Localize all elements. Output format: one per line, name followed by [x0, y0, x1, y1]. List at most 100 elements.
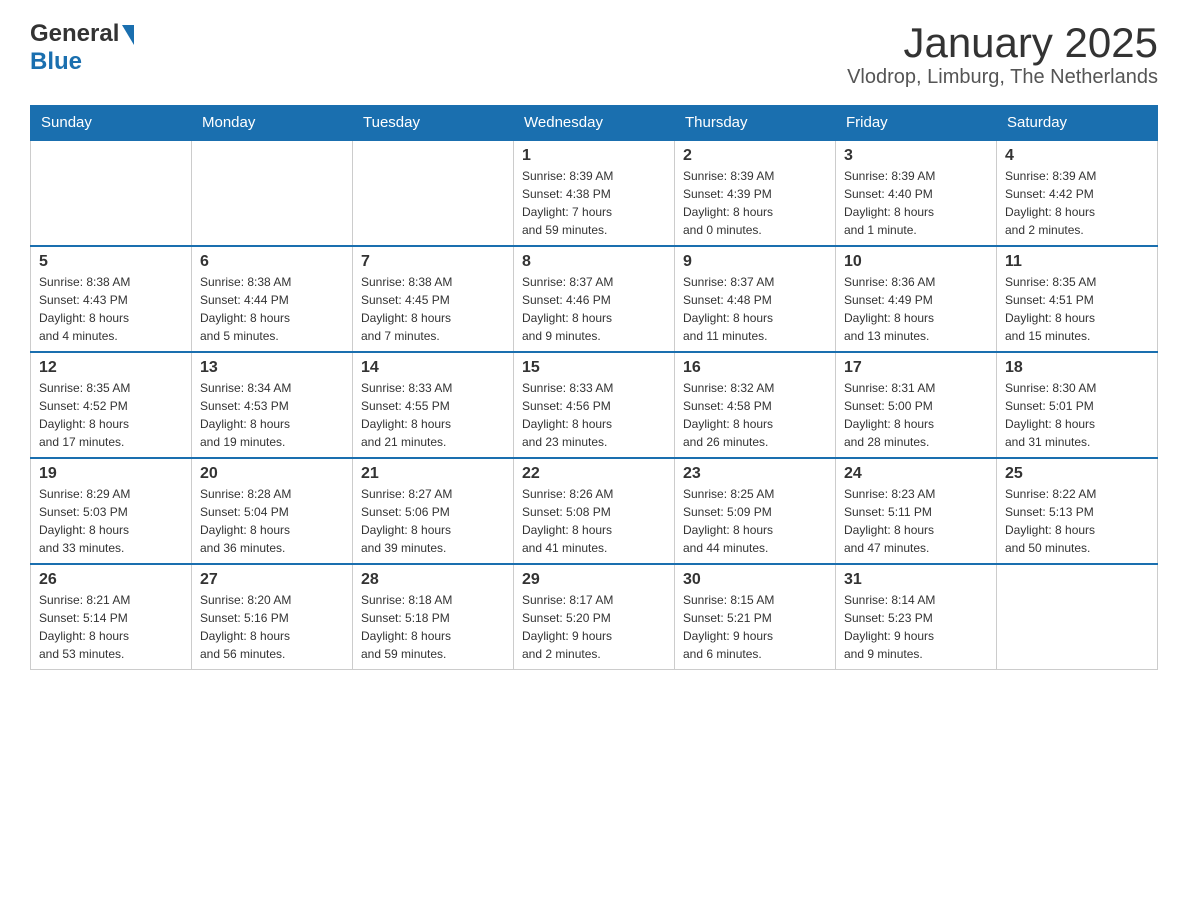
day-number: 12 — [39, 359, 183, 377]
calendar-cell: 17 Sunrise: 8:31 AM Sunset: 5:00 PM Dayli… — [836, 352, 997, 458]
day-number: 17 — [844, 359, 988, 377]
day-number: 19 — [39, 465, 183, 483]
calendar-cell: 24 Sunrise: 8:23 AM Sunset: 5:11 PM Dayli… — [836, 458, 997, 564]
calendar-cell — [353, 140, 514, 246]
calendar-cell: 19 Sunrise: 8:29 AM Sunset: 5:03 PM Dayli… — [31, 458, 192, 564]
day-info: Sunrise: 8:33 AM Sunset: 4:55 PM Dayligh… — [361, 379, 505, 451]
weekday-header-wednesday: Wednesday — [514, 106, 675, 141]
calendar-cell: 1 Sunrise: 8:39 AM Sunset: 4:38 PM Daylig… — [514, 140, 675, 246]
day-info: Sunrise: 8:26 AM Sunset: 5:08 PM Dayligh… — [522, 485, 666, 557]
calendar-cell: 28 Sunrise: 8:18 AM Sunset: 5:18 PM Dayli… — [353, 564, 514, 670]
calendar-cell: 3 Sunrise: 8:39 AM Sunset: 4:40 PM Daylig… — [836, 140, 997, 246]
calendar-cell: 20Sunrise: 8:28 AM Sunset: 5:04 PM Dayli… — [192, 458, 353, 564]
calendar-cell: 22 Sunrise: 8:26 AM Sunset: 5:08 PM Dayli… — [514, 458, 675, 564]
calendar-cell: 23 Sunrise: 8:25 AM Sunset: 5:09 PM Dayli… — [675, 458, 836, 564]
calendar-cell: 30 Sunrise: 8:15 AM Sunset: 5:21 PM Dayli… — [675, 564, 836, 670]
day-number: 27 — [200, 571, 344, 589]
calendar-cell: 8 Sunrise: 8:37 AM Sunset: 4:46 PM Daylig… — [514, 246, 675, 352]
day-number: 6 — [200, 253, 344, 271]
weekday-header-saturday: Saturday — [997, 106, 1158, 141]
day-info: Sunrise: 8:25 AM Sunset: 5:09 PM Dayligh… — [683, 485, 827, 557]
day-number: 23 — [683, 465, 827, 483]
weekday-header-row: SundayMondayTuesdayWednesdayThursdayFrid… — [31, 106, 1158, 141]
day-number: 16 — [683, 359, 827, 377]
calendar-cell: 18 Sunrise: 8:30 AM Sunset: 5:01 PM Dayli… — [997, 352, 1158, 458]
day-number: 22 — [522, 465, 666, 483]
calendar-week-2: 5Sunrise: 8:38 AM Sunset: 4:43 PM Daylig… — [31, 246, 1158, 352]
day-number: 29 — [522, 571, 666, 589]
day-info: Sunrise: 8:27 AM Sunset: 5:06 PM Dayligh… — [361, 485, 505, 557]
day-number: 1 — [522, 147, 666, 165]
day-info: Sunrise: 8:23 AM Sunset: 5:11 PM Dayligh… — [844, 485, 988, 557]
day-number: 5 — [39, 253, 183, 271]
calendar-cell: 21 Sunrise: 8:27 AM Sunset: 5:06 PM Dayli… — [353, 458, 514, 564]
weekday-header-tuesday: Tuesday — [353, 106, 514, 141]
day-info: Sunrise: 8:31 AM Sunset: 5:00 PM Dayligh… — [844, 379, 988, 451]
day-info: Sunrise: 8:15 AM Sunset: 5:21 PM Dayligh… — [683, 591, 827, 663]
day-info: Sunrise: 8:39 AM Sunset: 4:40 PM Dayligh… — [844, 167, 988, 239]
day-number: 13 — [200, 359, 344, 377]
logo-blue-text: Blue — [30, 48, 82, 76]
day-info: Sunrise: 8:39 AM Sunset: 4:39 PM Dayligh… — [683, 167, 827, 239]
calendar-week-1: 1 Sunrise: 8:39 AM Sunset: 4:38 PM Daylig… — [31, 140, 1158, 246]
day-info: Sunrise: 8:20 AM Sunset: 5:16 PM Dayligh… — [200, 591, 344, 663]
calendar-cell: 25Sunrise: 8:22 AM Sunset: 5:13 PM Dayli… — [997, 458, 1158, 564]
title-block: January 2025 Vlodrop, Limburg, The Nethe… — [847, 20, 1158, 89]
day-info: Sunrise: 8:37 AM Sunset: 4:46 PM Dayligh… — [522, 273, 666, 345]
day-number: 9 — [683, 253, 827, 271]
day-info: Sunrise: 8:36 AM Sunset: 4:49 PM Dayligh… — [844, 273, 988, 345]
day-info: Sunrise: 8:30 AM Sunset: 5:01 PM Dayligh… — [1005, 379, 1149, 451]
day-info: Sunrise: 8:18 AM Sunset: 5:18 PM Dayligh… — [361, 591, 505, 663]
day-info: Sunrise: 8:39 AM Sunset: 4:38 PM Dayligh… — [522, 167, 666, 239]
day-number: 11 — [1005, 253, 1149, 271]
calendar-cell — [997, 564, 1158, 670]
calendar-cell: 10 Sunrise: 8:36 AM Sunset: 4:49 PM Dayli… — [836, 246, 997, 352]
day-number: 2 — [683, 147, 827, 165]
day-number: 14 — [361, 359, 505, 377]
day-info: Sunrise: 8:29 AM Sunset: 5:03 PM Dayligh… — [39, 485, 183, 557]
day-info: Sunrise: 8:39 AM Sunset: 4:42 PM Dayligh… — [1005, 167, 1149, 239]
weekday-header-thursday: Thursday — [675, 106, 836, 141]
day-info: Sunrise: 8:35 AM Sunset: 4:51 PM Dayligh… — [1005, 273, 1149, 345]
calendar-cell — [31, 140, 192, 246]
calendar-week-3: 12 Sunrise: 8:35 AM Sunset: 4:52 PM Dayli… — [31, 352, 1158, 458]
day-number: 15 — [522, 359, 666, 377]
calendar-cell: 13 Sunrise: 8:34 AM Sunset: 4:53 PM Dayli… — [192, 352, 353, 458]
page-title: January 2025 — [847, 20, 1158, 66]
day-number: 31 — [844, 571, 988, 589]
day-number: 7 — [361, 253, 505, 271]
day-number: 18 — [1005, 359, 1149, 377]
page-subtitle: Vlodrop, Limburg, The Netherlands — [847, 66, 1158, 89]
calendar-week-4: 19 Sunrise: 8:29 AM Sunset: 5:03 PM Dayli… — [31, 458, 1158, 564]
day-number: 10 — [844, 253, 988, 271]
weekday-header-monday: Monday — [192, 106, 353, 141]
day-number: 24 — [844, 465, 988, 483]
day-info: Sunrise: 8:14 AM Sunset: 5:23 PM Dayligh… — [844, 591, 988, 663]
calendar-week-5: 26 Sunrise: 8:21 AM Sunset: 5:14 PM Dayli… — [31, 564, 1158, 670]
calendar-cell: 29Sunrise: 8:17 AM Sunset: 5:20 PM Dayli… — [514, 564, 675, 670]
day-number: 30 — [683, 571, 827, 589]
calendar-cell: 31 Sunrise: 8:14 AM Sunset: 5:23 PM Dayli… — [836, 564, 997, 670]
day-info: Sunrise: 8:34 AM Sunset: 4:53 PM Dayligh… — [200, 379, 344, 451]
calendar-cell — [192, 140, 353, 246]
day-info: Sunrise: 8:35 AM Sunset: 4:52 PM Dayligh… — [39, 379, 183, 451]
day-info: Sunrise: 8:22 AM Sunset: 5:13 PM Dayligh… — [1005, 485, 1149, 557]
day-number: 26 — [39, 571, 183, 589]
day-number: 8 — [522, 253, 666, 271]
day-number: 21 — [361, 465, 505, 483]
calendar-cell: 9 Sunrise: 8:37 AM Sunset: 4:48 PM Daylig… — [675, 246, 836, 352]
logo-general-text: General — [30, 20, 119, 48]
weekday-header-friday: Friday — [836, 106, 997, 141]
calendar-cell: 2 Sunrise: 8:39 AM Sunset: 4:39 PM Daylig… — [675, 140, 836, 246]
day-info: Sunrise: 8:33 AM Sunset: 4:56 PM Dayligh… — [522, 379, 666, 451]
day-info: Sunrise: 8:37 AM Sunset: 4:48 PM Dayligh… — [683, 273, 827, 345]
day-info: Sunrise: 8:32 AM Sunset: 4:58 PM Dayligh… — [683, 379, 827, 451]
calendar-table: SundayMondayTuesdayWednesdayThursdayFrid… — [30, 105, 1158, 670]
calendar-cell: 11 Sunrise: 8:35 AM Sunset: 4:51 PM Dayli… — [997, 246, 1158, 352]
day-info: Sunrise: 8:28 AM Sunset: 5:04 PM Dayligh… — [200, 485, 344, 557]
day-number: 4 — [1005, 147, 1149, 165]
day-number: 28 — [361, 571, 505, 589]
calendar-cell: 5Sunrise: 8:38 AM Sunset: 4:43 PM Daylig… — [31, 246, 192, 352]
day-number: 3 — [844, 147, 988, 165]
day-info: Sunrise: 8:21 AM Sunset: 5:14 PM Dayligh… — [39, 591, 183, 663]
